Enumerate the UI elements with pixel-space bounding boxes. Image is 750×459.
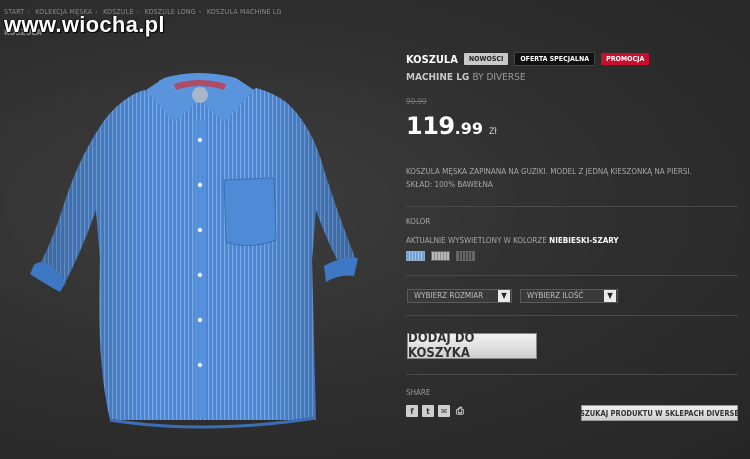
description-line: KOSZULA MĘSKA ZAPINANA NA GUZIKI. MODEL … bbox=[406, 167, 692, 176]
facebook-icon[interactable]: f bbox=[406, 405, 418, 417]
share-icons: f t ✉ ⎙ bbox=[406, 405, 466, 417]
current-color-value: NIEBIESKI-SZARY bbox=[549, 236, 619, 245]
currency: Zł bbox=[488, 127, 497, 137]
product-image[interactable] bbox=[24, 60, 364, 435]
divider bbox=[406, 374, 738, 375]
badge-new: NOWOŚCI bbox=[463, 53, 509, 65]
swatch-blue[interactable] bbox=[406, 251, 425, 261]
product-title-row: KOSZULA NOWOŚCI OFERTA SPECJALNA PROMOCJ… bbox=[406, 52, 650, 66]
divider bbox=[406, 206, 738, 207]
share-label: SHARE bbox=[406, 388, 431, 397]
composition-line: SKŁAD: 100% BAWEŁNA bbox=[406, 180, 493, 189]
current-color-prefix: AKTUALNIE WYŚWIETLONY W KOLORZE bbox=[406, 236, 547, 245]
quantity-select-label: WYBIERZ ILOŚĆ bbox=[527, 291, 584, 300]
divider bbox=[406, 315, 738, 316]
swatch-light-gray[interactable] bbox=[431, 251, 450, 261]
price-integer: 119 bbox=[406, 112, 455, 140]
product-description: KOSZULA MĘSKA ZAPINANA NA GUZIKI. MODEL … bbox=[406, 165, 726, 191]
price: 119.99 Zł bbox=[406, 112, 497, 140]
model-name: MACHINE LG bbox=[406, 72, 470, 83]
add-to-cart-button[interactable]: DODAJ DO KOSZYKA bbox=[407, 331, 537, 361]
badge-promo: PROMOCJA bbox=[601, 53, 650, 65]
email-icon[interactable]: ✉ bbox=[438, 405, 450, 417]
find-in-stores-button[interactable]: SZUKAJ PRODUKTU W SKLEPACH DIVERSE bbox=[580, 405, 739, 421]
old-price: 99.99 bbox=[406, 97, 427, 106]
twitter-icon[interactable]: t bbox=[422, 405, 434, 417]
watermark: www.wiocha.pl bbox=[4, 12, 165, 37]
product-title: KOSZULA bbox=[406, 52, 458, 66]
chevron-down-icon[interactable]: ▼ bbox=[604, 290, 616, 302]
brand-name[interactable]: BY DIVERSE bbox=[472, 72, 525, 83]
print-icon[interactable]: ⎙ bbox=[454, 405, 466, 417]
product-name: MACHINE LG BY DIVERSE bbox=[406, 72, 526, 83]
chevron-down-icon[interactable]: ▼ bbox=[498, 290, 510, 302]
badge-special-offer: OFERTA SPECJALNA bbox=[514, 52, 596, 66]
current-color: AKTUALNIE WYŚWIETLONY W KOLORZE NIEBIESK… bbox=[406, 236, 619, 245]
size-select-label: WYBIERZ ROZMIAR bbox=[414, 291, 484, 300]
swatch-dark-gray[interactable] bbox=[456, 251, 475, 261]
breadcrumb-item[interactable]: KOSZULA MACHINE LG bbox=[207, 8, 282, 16]
color-swatches bbox=[406, 251, 475, 261]
quantity-select[interactable]: WYBIERZ ILOŚĆ ▼ bbox=[520, 289, 618, 303]
color-label: KOLOR bbox=[406, 217, 431, 226]
divider bbox=[406, 275, 738, 276]
price-decimal: .99 bbox=[454, 119, 483, 138]
size-select[interactable]: WYBIERZ ROZMIAR ▼ bbox=[407, 289, 512, 303]
